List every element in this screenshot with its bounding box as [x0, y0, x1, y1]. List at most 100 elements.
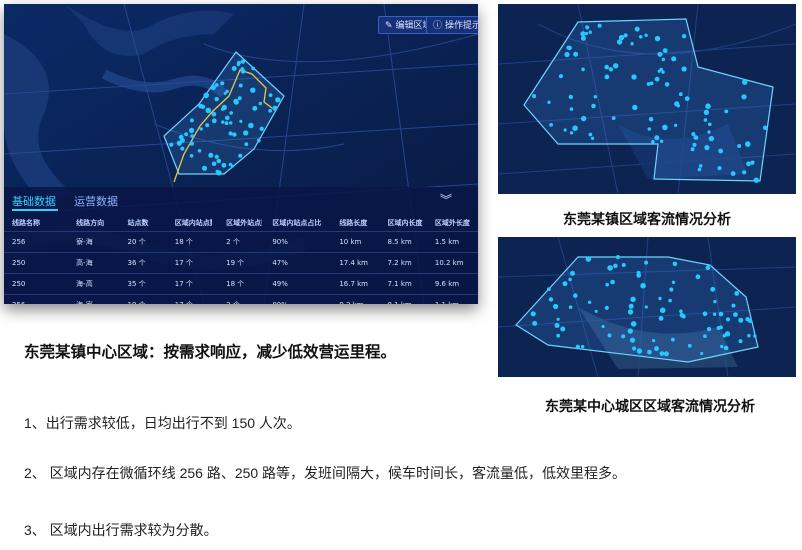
table-cell: 8.5 km: [375, 231, 429, 253]
stop-dot: [702, 311, 708, 317]
stop-dot: [591, 103, 596, 109]
table-cell: 89%: [262, 294, 326, 304]
stop-dot: [580, 31, 586, 37]
stop-dot: [704, 145, 710, 151]
town-flow-map-graphic: [498, 4, 796, 194]
stop-dot: [762, 125, 768, 131]
table-row[interactable]: 250 海-高 35 个 17 个 18 个 49% 16.7 km 7.1 km 9.6 km: [4, 273, 478, 295]
stop-dot: [593, 95, 597, 99]
stop-dot: [237, 96, 242, 101]
stop-dot: [638, 35, 643, 39]
table-row[interactable]: 256 寮-海 20 个 18 个2 个 90% 10 km 8.5 km 1.5 km: [4, 231, 478, 253]
stop-dot: [597, 23, 602, 28]
stop-dot: [588, 132, 593, 137]
stop-dot: [720, 344, 724, 349]
table-cell: 250: [4, 273, 55, 295]
table-cell: 8.1 km: [375, 294, 429, 304]
stop-dot: [569, 107, 574, 111]
stop-dot: [189, 154, 194, 158]
stop-dot: [203, 92, 209, 99]
stop-dot: [585, 31, 589, 36]
stop-dot: [627, 328, 633, 334]
stop-dot: [647, 127, 652, 131]
table-cell: 19 个: [212, 252, 263, 274]
stop-dot: [716, 325, 721, 331]
table-cell: 256: [4, 231, 55, 253]
table-cell: 17 个: [158, 273, 213, 295]
stop-dot: [724, 109, 729, 114]
stop-dot: [703, 334, 707, 338]
tab-basic-data[interactable]: 基础数据: [12, 193, 56, 209]
table-row[interactable]: 256海-寮19 个17 个2 个89%9.2 km8.1 km1.1 km: [4, 294, 478, 304]
stop-dot: [580, 35, 586, 41]
stop-dot: [669, 287, 674, 292]
stop-dot: [611, 116, 616, 120]
stop-dot: [679, 312, 685, 318]
table-cell: 10 km: [325, 231, 376, 253]
stop-dot: [180, 146, 185, 151]
stop-dot: [184, 132, 189, 137]
column-header: 线路方向: [54, 214, 108, 232]
section-heading: 东莞某镇中心区域：按需求响应，减少低效营运里程。: [24, 344, 397, 361]
table-cell: 17 个: [158, 252, 213, 274]
stop-dot: [230, 164, 234, 168]
stop-dot: [708, 135, 715, 142]
city-flow-map: [498, 237, 796, 377]
stop-dot: [663, 351, 669, 357]
stop-dot: [705, 103, 711, 109]
stop-dot: [199, 127, 203, 131]
stop-dot: [268, 108, 272, 113]
stop-dot: [240, 68, 246, 74]
stop-dot: [742, 170, 747, 175]
stop-dot: [678, 92, 683, 97]
table-cell: 47%: [262, 252, 326, 274]
stop-dot: [718, 148, 724, 154]
stop-dot: [679, 309, 683, 314]
route-table: 线路名称 线路方向 站点数 区域内站点数 区域外站点数 区域内站点占比 线路长度…: [4, 214, 478, 304]
stop-dot: [753, 334, 757, 338]
stop-dot: [549, 123, 553, 127]
tab-operation-data[interactable]: 运营数据: [74, 193, 118, 209]
stop-dot: [750, 160, 755, 165]
stop-dot: [229, 121, 233, 125]
stop-dot: [216, 158, 222, 164]
table-row[interactable]: 250 高-海 36 个 17 个 19 个 47% 17.4 km 7.2 km 10.2 k…: [4, 252, 478, 274]
stop-dot: [248, 122, 254, 129]
stop-dot: [225, 115, 230, 121]
table-cell: 250: [4, 252, 55, 274]
stop-dot: [710, 286, 716, 292]
stop-dot: [745, 317, 750, 322]
stop-dot: [654, 76, 660, 82]
stop-dot: [651, 139, 655, 144]
stop-dot: [671, 280, 676, 284]
stop-dot: [224, 121, 229, 126]
stop-dot: [707, 130, 711, 134]
stop-dot: [530, 311, 536, 317]
stop-dot: [634, 26, 640, 32]
table-cell: 9.6 km: [428, 273, 478, 295]
stop-dot: [240, 59, 246, 64]
stop-dot: [223, 91, 227, 95]
stop-dot: [705, 265, 711, 271]
stop-dot: [547, 100, 551, 105]
stop-dot: [250, 87, 256, 93]
stop-dot: [636, 273, 642, 278]
stop-dot: [613, 263, 618, 269]
chevron-double-down-icon[interactable]: ︾: [440, 191, 452, 208]
stop-dot: [570, 270, 575, 276]
help-button[interactable]: ⓘ 操作提示: [426, 16, 478, 34]
stop-dot: [275, 97, 281, 103]
stop-dot: [722, 333, 727, 338]
stop-dot: [202, 165, 207, 171]
stop-dot: [567, 45, 572, 51]
region-map-panel: ✎ 编辑区域 ⓘ 操作提示 基础数据 运营数据 ︾ 线路名称 线路方向 站点数 区域…: [4, 4, 478, 304]
stop-dot: [657, 51, 663, 57]
stop-dot: [632, 104, 638, 111]
stop-dot: [252, 105, 258, 111]
stop-dot: [590, 136, 595, 140]
table-cell: 7.1 km: [375, 273, 429, 295]
stop-dot: [214, 96, 219, 102]
stop-dot: [623, 33, 628, 38]
stop-dot: [594, 309, 598, 313]
stop-dot: [644, 260, 649, 265]
